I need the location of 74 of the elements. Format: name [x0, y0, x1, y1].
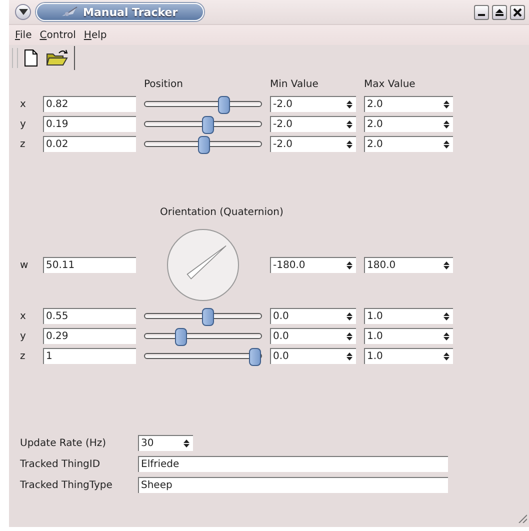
spin-box[interactable]: 180.0 [364, 257, 453, 273]
value-field[interactable]: 0.55 [43, 308, 136, 324]
spin-box[interactable]: -2.0 [270, 96, 356, 112]
axis-label: y [19, 118, 27, 130]
menu-item[interactable]: Control [40, 30, 76, 40]
axis-label: w [19, 260, 30, 270]
field-label: Update Rate (Hz) [19, 438, 108, 448]
section-label: Orientation (Quaternion) [160, 207, 284, 218]
axis-label: z [19, 350, 26, 362]
spin-box[interactable]: 1.0 [364, 308, 453, 324]
value-field[interactable]: 0.02 [43, 136, 136, 152]
value-field[interactable]: 0.29 [43, 328, 136, 344]
spin-box[interactable]: 2.0 [364, 116, 453, 132]
minimize-button[interactable] [474, 4, 489, 20]
axis-label: y [19, 330, 27, 342]
spin-arrows-icon[interactable] [443, 312, 450, 321]
spin-arrows-icon[interactable] [346, 120, 353, 129]
spin-arrows-icon[interactable] [443, 261, 450, 270]
spin-box[interactable]: -2.0 [270, 136, 356, 152]
spin-box[interactable]: 2.0 [364, 136, 453, 152]
spin-arrows-icon[interactable] [346, 140, 353, 149]
maximize-button[interactable] [492, 4, 507, 20]
menu-item[interactable]: File [15, 30, 32, 40]
new-file-button[interactable] [22, 47, 40, 69]
column-header: Min Value [270, 79, 320, 92]
column-header: Position [144, 79, 184, 92]
slider-thumb[interactable] [175, 328, 188, 346]
spin-box[interactable]: 1.0 [364, 328, 453, 344]
spin-arrows-icon[interactable] [183, 439, 190, 448]
value-field[interactable]: 50.11 [43, 257, 136, 273]
slider-thumb[interactable] [198, 136, 210, 154]
menu-item[interactable]: Help [84, 30, 107, 40]
field-label: Tracked ThingType [19, 480, 114, 490]
value-field[interactable]: 1 [43, 348, 136, 364]
spin-box[interactable]: -180.0 [270, 257, 356, 273]
window-title: Manual Tracker [83, 6, 178, 18]
spin-box[interactable]: -2.0 [270, 116, 356, 132]
field-label: Tracked ThingID [19, 458, 102, 470]
app-icon [61, 6, 79, 18]
spin-box[interactable]: 2.0 [364, 96, 453, 112]
spin-box[interactable]: 1.0 [364, 348, 453, 364]
window-menu-button[interactable] [15, 4, 31, 20]
maximize-icon [495, 8, 504, 16]
spin-arrows-icon[interactable] [346, 261, 353, 270]
close-icon [513, 8, 522, 16]
spin-arrows-icon[interactable] [346, 352, 353, 361]
spin-box[interactable]: 0.0 [270, 348, 356, 364]
caret-icon [18, 9, 28, 15]
spin-box[interactable]: 0.0 [270, 308, 356, 324]
slider-thumb[interactable] [202, 116, 214, 134]
text-field[interactable]: Sheep [138, 477, 448, 493]
spin-arrows-icon[interactable] [443, 332, 450, 341]
spin-arrows-icon[interactable] [346, 332, 353, 341]
spin-arrows-icon[interactable] [443, 120, 450, 129]
resize-grip[interactable] [517, 513, 527, 523]
value-field[interactable]: 0.19 [43, 116, 136, 132]
minimize-icon [478, 14, 485, 16]
spin-arrows-icon[interactable] [443, 140, 450, 149]
axis-label: x [19, 98, 27, 110]
spin-arrows-icon[interactable] [443, 352, 450, 361]
spin-arrows-icon[interactable] [443, 100, 450, 109]
slider-thumb[interactable] [249, 348, 261, 366]
spin-box[interactable]: 0.0 [270, 328, 356, 344]
spin-box[interactable]: 30 [138, 435, 193, 451]
text-field[interactable]: Elfriede [138, 456, 448, 472]
close-button[interactable] [510, 4, 525, 20]
slider-thumb[interactable] [218, 96, 230, 114]
slider-thumb[interactable] [202, 308, 214, 326]
axis-label: z [19, 138, 26, 150]
value-field[interactable]: 0.82 [43, 96, 136, 112]
column-header: Max Value [364, 79, 416, 92]
axis-label: x [19, 310, 27, 322]
spin-arrows-icon[interactable] [346, 312, 353, 321]
spin-arrows-icon[interactable] [346, 100, 353, 109]
